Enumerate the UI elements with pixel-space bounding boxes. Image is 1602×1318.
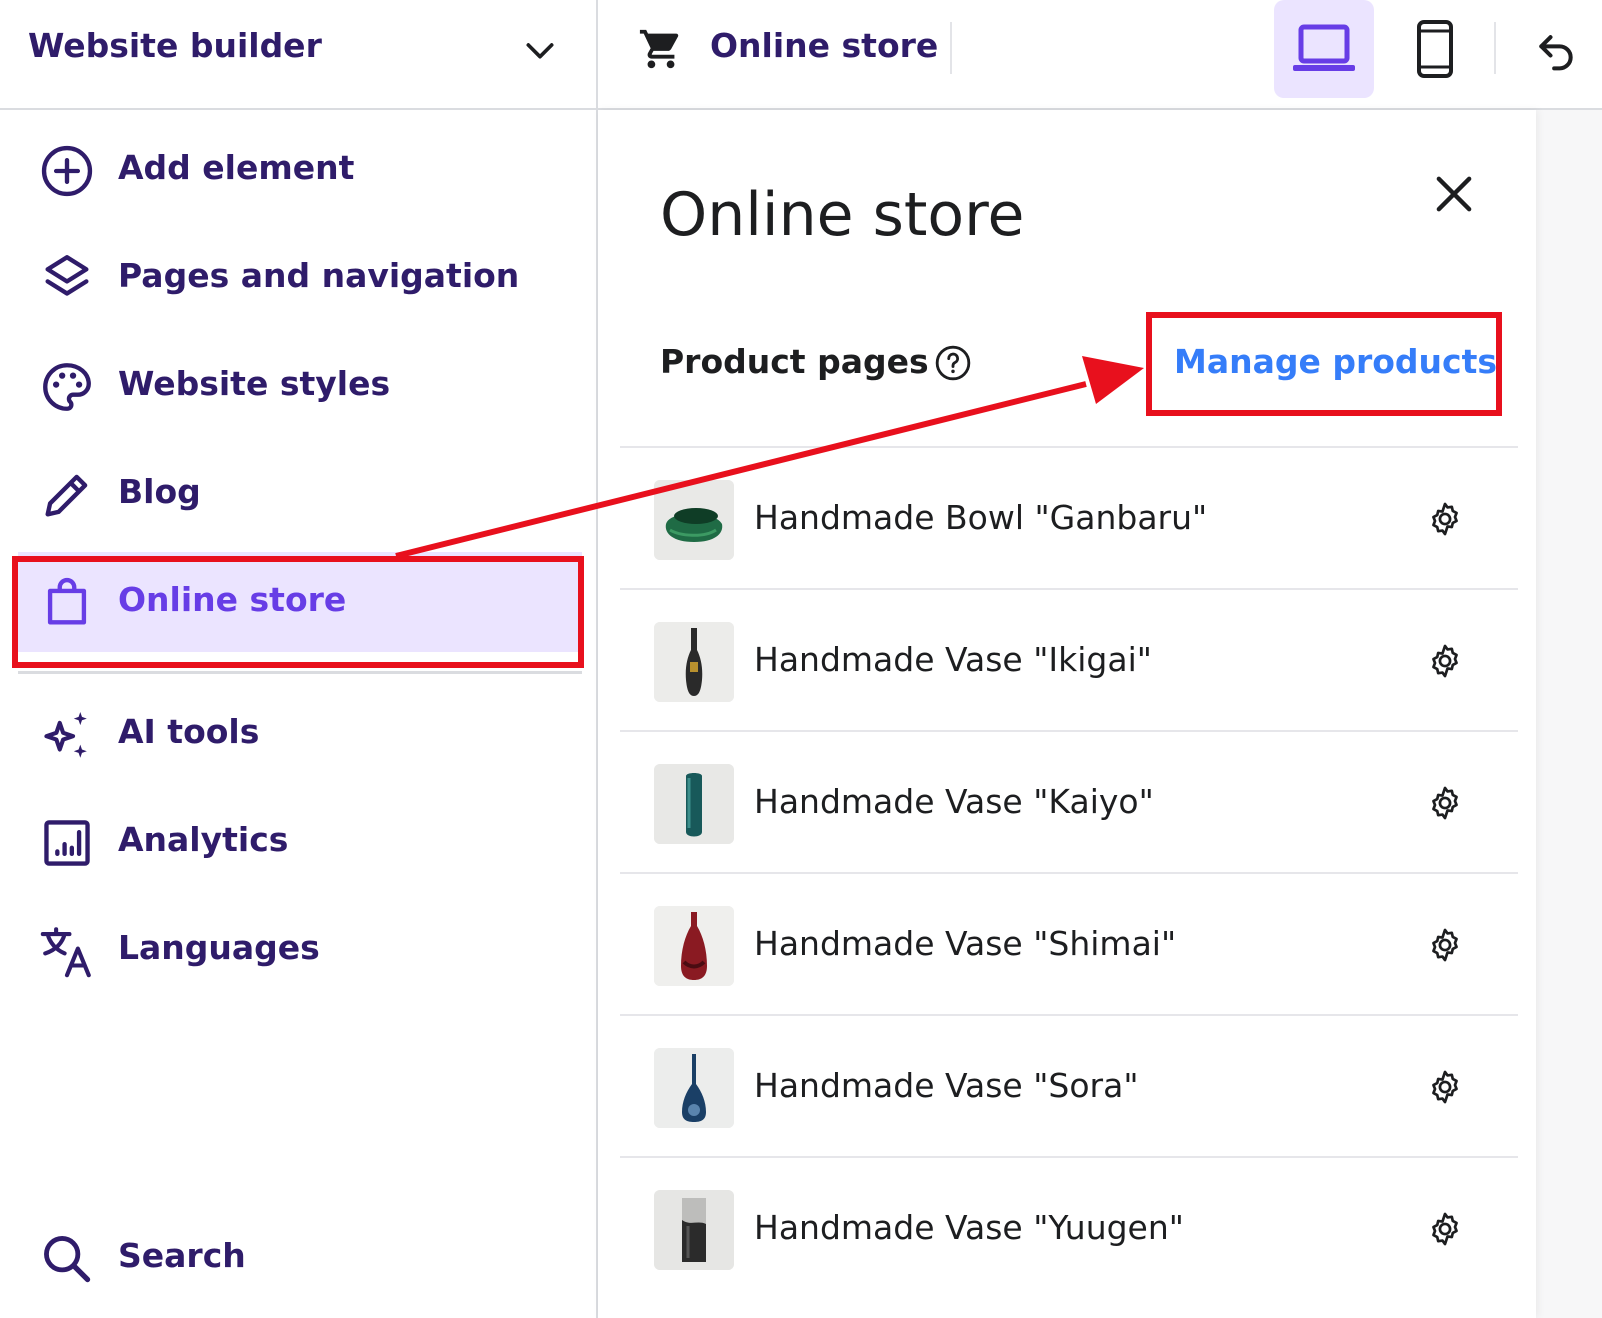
app-title: Website builder <box>28 26 322 65</box>
cart-icon <box>639 29 679 69</box>
sidebar-item-analytics[interactable]: Analytics <box>0 792 596 892</box>
product-name: Handmade Vase "Shimai" <box>754 924 1177 963</box>
undo-button[interactable] <box>1528 22 1584 78</box>
product-thumbnail <box>654 1190 734 1270</box>
sidebar-item-label: Analytics <box>118 820 289 859</box>
product-name: Handmade Vase "Sora" <box>754 1066 1139 1105</box>
layers-icon <box>45 255 89 296</box>
sidebar-item-website-styles[interactable]: Website styles <box>0 336 596 436</box>
vase-image <box>654 622 734 702</box>
sidebar-item-label: Website styles <box>118 364 391 403</box>
list-item[interactable]: Handmade Bowl "Ganbaru" <box>620 448 1518 588</box>
sidebar-item-label: Pages and navigation <box>118 256 520 295</box>
vase-image <box>654 764 734 844</box>
sidebar-item-label: Languages <box>118 928 320 967</box>
gear-icon[interactable] <box>1426 1068 1464 1106</box>
top-bar: Website builder Online store <box>0 0 1602 110</box>
close-icon[interactable] <box>1428 168 1480 220</box>
product-name: Handmade Bowl "Ganbaru" <box>754 498 1208 537</box>
pencil-icon <box>45 474 88 517</box>
list-item[interactable]: Handmade Vase "Ikigai" <box>620 590 1518 730</box>
divider <box>950 22 952 74</box>
sparkles-icon <box>44 712 87 758</box>
manage-products-link[interactable]: Manage products <box>1174 342 1497 381</box>
translate-icon <box>40 927 91 978</box>
panel-title: Online store <box>660 180 1025 250</box>
divider <box>18 671 582 674</box>
mobile-view-button[interactable] <box>1406 0 1464 98</box>
sidebar-item-label: Online store <box>118 580 347 619</box>
list-item[interactable]: Handmade Vase "Yuugen" <box>620 1158 1518 1298</box>
vase-image <box>654 1048 734 1128</box>
product-name: Handmade Vase "Ikigai" <box>754 640 1152 679</box>
bowl-image <box>654 480 734 560</box>
sidebar-item-label: Add element <box>118 148 355 187</box>
product-thumbnail <box>654 480 734 560</box>
sidebar-search-label: Search <box>118 1236 246 1275</box>
list-item[interactable]: Handmade Vase "Sora" <box>620 1016 1518 1156</box>
list-item[interactable]: Handmade Vase "Kaiyo" <box>620 732 1518 872</box>
laptop-icon <box>1293 24 1355 71</box>
gear-icon[interactable] <box>1426 1210 1464 1248</box>
search-icon <box>44 1236 91 1283</box>
sidebar-item-label: Blog <box>118 472 201 511</box>
chart-icon <box>44 820 90 866</box>
palette-icon <box>43 363 91 411</box>
site-canvas <box>1536 110 1602 1318</box>
vase-image <box>654 1190 734 1270</box>
undo-icon <box>1539 35 1573 71</box>
product-thumbnail <box>654 1048 734 1128</box>
sidebar-search[interactable]: Search <box>0 1208 596 1308</box>
gear-icon[interactable] <box>1426 926 1464 964</box>
divider <box>1494 22 1496 74</box>
chevron-down-icon[interactable] <box>520 30 560 70</box>
gear-icon[interactable] <box>1426 784 1464 822</box>
product-name: Handmade Vase "Kaiyo" <box>754 782 1154 821</box>
product-thumbnail <box>654 764 734 844</box>
gear-icon[interactable] <box>1426 642 1464 680</box>
divider <box>596 0 598 108</box>
vase-image <box>654 906 734 986</box>
sidebar-item-ai-tools[interactable]: AI tools <box>0 684 596 784</box>
sidebar-item-blog[interactable]: Blog <box>0 444 596 544</box>
sidebar-item-add-element[interactable]: Add element <box>0 120 596 220</box>
mobile-icon <box>1417 20 1453 78</box>
current-section-title[interactable]: Online store <box>710 26 938 65</box>
product-thumbnail <box>654 906 734 986</box>
sidebar-item-pages-and-navigation[interactable]: Pages and navigation <box>0 228 596 328</box>
gear-icon[interactable] <box>1426 500 1464 538</box>
sidebar-item-online-store[interactable]: Online store <box>18 552 582 652</box>
section-title: Product pages <box>660 342 929 381</box>
sidebar-item-label: AI tools <box>118 712 260 751</box>
list-item[interactable]: Handmade Vase "Shimai" <box>620 874 1518 1014</box>
sidebar-item-languages[interactable]: Languages <box>0 900 596 1000</box>
plus-circle-icon <box>41 145 93 197</box>
help-icon[interactable] <box>934 344 972 382</box>
product-name: Handmade Vase "Yuugen" <box>754 1208 1184 1247</box>
app-switcher[interactable]: Website builder <box>0 0 596 108</box>
shopping-bag-icon <box>47 577 87 625</box>
product-thumbnail <box>654 622 734 702</box>
desktop-view-button[interactable] <box>1274 0 1374 98</box>
